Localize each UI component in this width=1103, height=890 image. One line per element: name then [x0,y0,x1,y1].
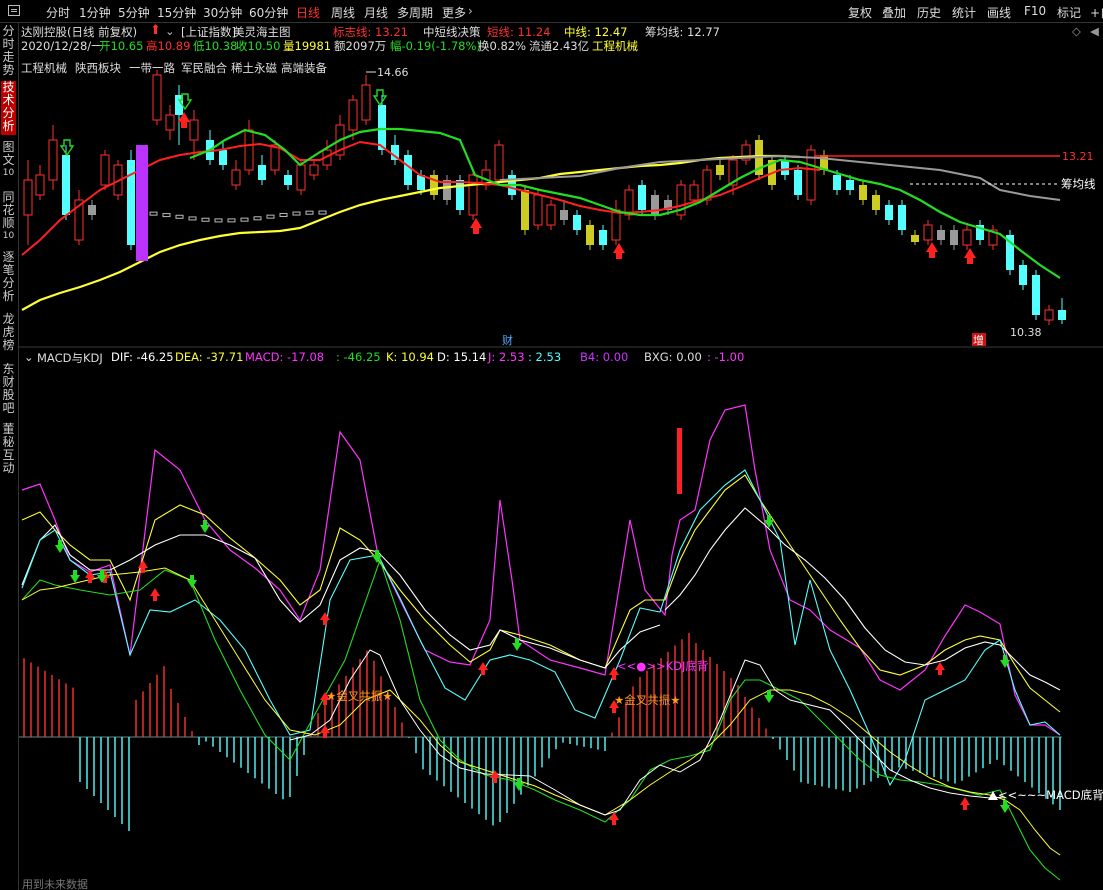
candle-body [270,144,280,171]
down-arrow-icon [372,89,388,107]
candle-body [240,217,249,222]
candle-body [219,150,227,165]
candle-body [88,205,96,215]
candle-body [560,210,568,220]
candle-body [361,84,371,121]
chart-canvas[interactable]: 14.66 10.38 13.21 筹均线 财 增 ★金叉共振★ ★金叉共振★ … [0,0,1103,890]
candle-body [309,164,319,176]
candle-body [599,230,607,245]
candle-body [872,195,880,210]
macd-divergence-label: <<~~~MACD底背 [998,788,1103,802]
candle-body [586,225,594,245]
candle-body [1019,265,1027,285]
candle-body [279,212,288,217]
event-increase-marker[interactable]: 增 [973,333,984,347]
candle-body [611,209,621,241]
candle-body [624,189,634,216]
candle-body [231,169,241,186]
candle-body [716,165,724,175]
candle-body [833,175,841,190]
kdj-k-line-right [664,507,1061,691]
candle-body [23,179,33,216]
candle-body [781,160,789,175]
candle-body [468,174,478,216]
candle-body [227,218,236,223]
candle-body [149,211,158,216]
candle-body [962,229,972,246]
candle-body [378,105,386,150]
up-arrow-icon [613,243,625,259]
candle-body [638,185,646,210]
candle-body [456,180,464,210]
candle-body [494,144,504,181]
mark-price-label: 13.21 [1062,150,1094,163]
candle-body [950,230,958,245]
candle-body [911,235,919,242]
candle-body [898,205,906,230]
candle-body [35,174,45,196]
candle-body [201,217,210,222]
candle-body [404,155,412,185]
future-data-note: 用到未来数据 [22,877,88,890]
candle-body [292,211,301,216]
candle-body [266,214,275,219]
kdj-j-line [21,404,1061,736]
candle-body [296,164,306,191]
golden-cross-label: ★金叉共振★ [614,693,681,707]
candle-body [189,119,199,141]
candle-body [846,180,854,190]
up-arrow-icon [964,248,976,264]
down-arrow-icon [59,139,75,157]
candle-body [244,129,254,171]
candle-body [48,139,58,181]
candle-body [885,205,893,220]
candle-body [689,184,699,201]
chip-line-label: 筹均线 [1061,177,1096,191]
kdj-k-line [21,524,661,669]
candlestick-series [23,70,1066,325]
golden-cross-label: ★金叉共振★ [326,689,393,703]
candle-body [573,215,581,230]
kdj-cyan-line [21,469,1061,787]
candle-body [175,214,184,219]
candle-body [214,218,223,223]
candle-body [253,216,262,221]
candle-body [318,210,327,215]
candle-body [1058,310,1066,320]
candle-body [100,154,110,186]
candle-body [533,194,543,226]
kdj-divergence-label: <<●>>KDJ底背 [617,659,708,673]
chip-line [499,154,1061,201]
candle-body [794,170,802,195]
kdj-sell-arrows [55,515,1010,813]
candle-body [1032,275,1040,315]
candle-body [348,99,358,131]
candle-body [162,213,171,218]
max-price-label: 14.66 [377,66,409,79]
candle-body [859,185,867,200]
candle-body [1044,309,1054,321]
candle-body [923,224,933,241]
signal-bar [136,145,148,261]
candle-body [546,204,556,226]
up-arrow-icon [470,218,482,234]
candle-body [62,155,70,215]
min-price-label: 10.38 [1010,326,1042,339]
candle-body [152,74,162,121]
kdj-d-line [21,474,1061,713]
candle-body [521,190,529,230]
candle-body [188,216,197,221]
candle-body [305,210,314,215]
candle-body [937,230,945,240]
macd-histogram [23,632,1061,831]
candle-body [165,114,175,131]
candle-body [651,195,659,215]
signal-line [677,428,682,494]
event-finance-marker[interactable]: 财 [502,333,513,347]
candle-body [258,165,266,180]
candle-body [284,175,292,185]
